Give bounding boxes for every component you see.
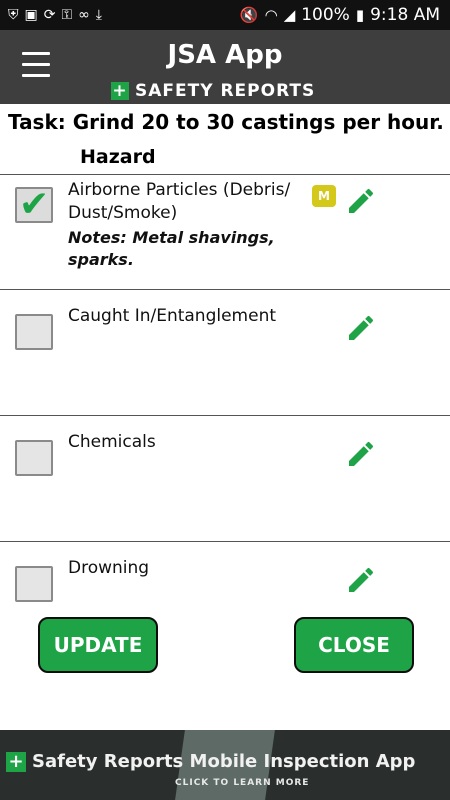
shield-wifi-icon: ⛨	[8, 7, 19, 23]
hazard-name: Drowning	[68, 558, 150, 578]
signal-icon: ◢	[283, 6, 296, 24]
update-button[interactable]: UPDATE	[38, 617, 158, 673]
hazard-name: Airborne Particles (Debris/ Dust/Smoke)	[68, 180, 291, 223]
app-header: JSA App + SAFETY REPORTS	[0, 30, 450, 104]
plus-icon: +	[111, 81, 129, 101]
ad-cta[interactable]: CLICK TO LEARN MORE	[175, 778, 309, 788]
edit-pencil-icon[interactable]	[345, 185, 377, 217]
lock-wifi-icon: ⚿	[61, 7, 73, 23]
plus-icon: +	[6, 752, 26, 772]
hazard-checkbox[interactable]	[15, 314, 53, 350]
task-title: Task: Grind 20 to 30 castings per hour.	[8, 110, 444, 134]
hazard-column-header: Hazard	[80, 146, 156, 168]
wifi-icon: ◠	[264, 6, 278, 24]
download-icon: ⤓	[95, 7, 102, 23]
hazard-notes: Notes: Metal shavings, sparks.	[68, 228, 275, 269]
hazard-checkbox[interactable]	[15, 566, 53, 602]
mute-icon: 🔇	[239, 6, 259, 24]
brand-name: SAFETY REPORTS	[135, 81, 316, 101]
hazard-name: Chemicals	[68, 432, 156, 452]
hazard-row: Caught In/Entanglement	[0, 289, 450, 415]
hazard-checkbox[interactable]: ✔	[15, 184, 53, 225]
app-title: JSA App	[167, 40, 283, 70]
sync-icon: ⟳	[43, 7, 56, 23]
risk-badge: M	[312, 185, 336, 207]
brand-logo: + SAFETY REPORTS	[111, 81, 315, 101]
hazard-row: ✔ Airborne Particles (Debris/ Dust/Smoke…	[0, 174, 450, 289]
notification-icons: ⛨ ▣ ⟳ ⚿ ∞ ⤓	[8, 6, 102, 24]
hazard-row: Chemicals	[0, 415, 450, 541]
ad-banner[interactable]: + Safety Reports Mobile Inspection App C…	[0, 730, 450, 800]
close-button[interactable]: CLOSE	[294, 617, 414, 673]
hazard-name: Caught In/Entanglement	[68, 306, 277, 326]
edit-pencil-icon[interactable]	[345, 312, 377, 344]
system-status: 🔇 ◠ ◢ 100% ▮ 9:18 AM	[240, 5, 440, 25]
voicemail-icon: ∞	[78, 7, 90, 23]
edit-pencil-icon[interactable]	[345, 564, 377, 596]
checkmark-icon: ✔	[19, 184, 50, 225]
ad-title: Safety Reports Mobile Inspection App	[32, 751, 416, 772]
hazard-checkbox[interactable]	[15, 440, 53, 476]
sd-card-icon: ▣	[24, 7, 38, 23]
hazard-row: Drowning	[0, 541, 450, 612]
battery-icon: ▮	[355, 6, 365, 24]
status-bar: ⛨ ▣ ⟳ ⚿ ∞ ⤓ 🔇 ◠ ◢ 100% ▮ 9:18 AM	[0, 0, 450, 30]
battery-level: 100%	[301, 5, 350, 25]
edit-pencil-icon[interactable]	[345, 438, 377, 470]
clock: 9:18 AM	[370, 5, 440, 25]
